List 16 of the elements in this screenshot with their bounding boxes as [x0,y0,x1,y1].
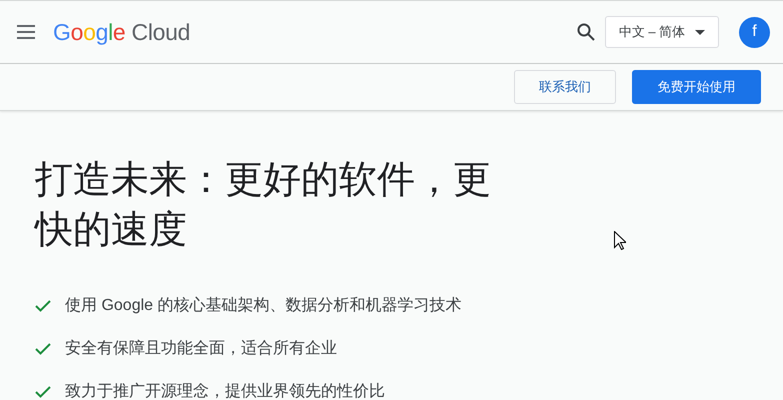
check-icon [35,343,51,355]
language-dropdown[interactable]: 中文 – 简体 [605,16,719,48]
logo[interactable]: Google Cloud [53,18,190,46]
check-icon [35,386,51,398]
search-icon[interactable] [577,23,595,41]
caret-icon [695,30,706,34]
cursor-icon [614,231,626,250]
feature-text: 安全有保障且功能全面，适合所有企业 [65,338,337,359]
start-button[interactable]: 免费开始使用 [632,70,761,104]
check-icon [35,300,51,312]
avatar[interactable]: f [739,16,770,48]
feature-text: 致力于推广开源理念，提供业界领先的性价比 [65,382,385,400]
feature-text: 使用 Google 的核心基础架构、数据分析和机器学习技术 [65,296,462,316]
menu-icon[interactable] [17,25,35,39]
contact-button[interactable]: 联系我们 [514,70,616,104]
hero-title: 打造未来：更好的软件，更快的速度 [35,158,492,253]
